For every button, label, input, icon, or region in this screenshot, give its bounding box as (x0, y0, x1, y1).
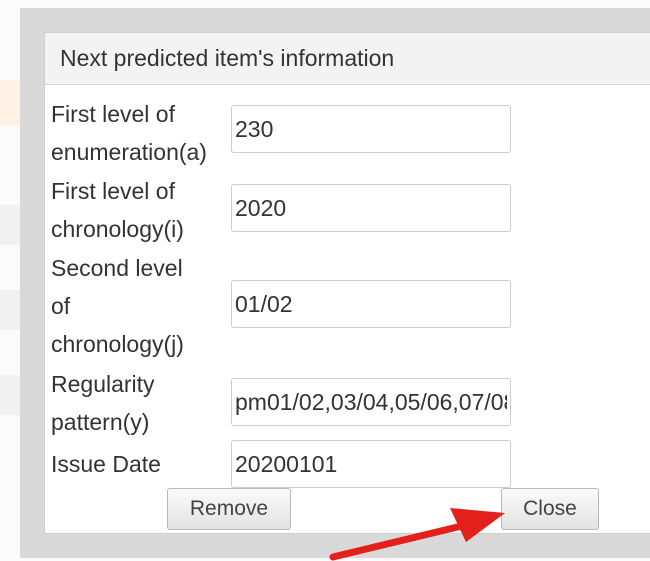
red-arrow-icon (329, 508, 505, 561)
